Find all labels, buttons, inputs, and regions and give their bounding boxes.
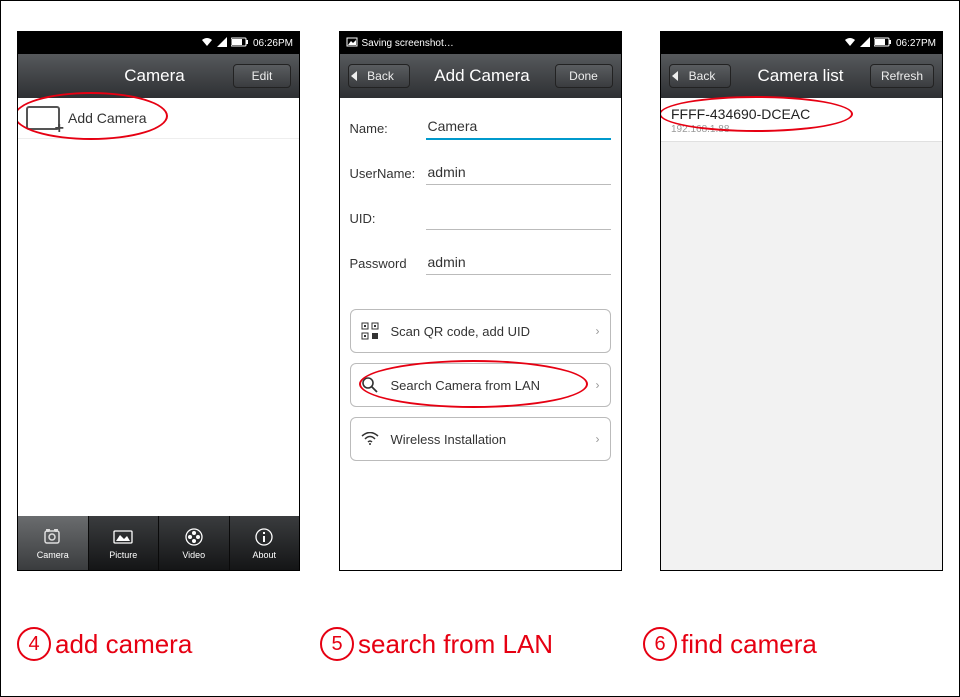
camera-icon: [42, 526, 64, 548]
status-time: 06:26PM: [253, 38, 293, 49]
header: Back Add Camera Done: [340, 54, 621, 98]
username-input[interactable]: [426, 160, 611, 185]
about-icon: [253, 526, 275, 548]
search-lan-label: Search Camera from LAN: [391, 378, 541, 393]
tab-video-label: Video: [182, 550, 205, 560]
page-title: Camera: [76, 66, 233, 86]
caption-4-text: add camera: [55, 629, 192, 660]
step-number-6: 6: [643, 627, 677, 661]
status-bar: Saving screenshot…: [340, 32, 621, 54]
status-time: 06:27PM: [896, 38, 936, 49]
tab-about-label: About: [252, 550, 276, 560]
wireless-install-label: Wireless Installation: [391, 432, 507, 447]
caption-5: 5 search from LAN: [320, 627, 640, 661]
name-label: Name:: [350, 121, 426, 140]
field-username: UserName:: [350, 144, 611, 189]
qr-icon: [359, 320, 381, 342]
signal-icon: [860, 37, 870, 50]
header: Camera Edit: [18, 54, 299, 98]
field-password: Password: [350, 234, 611, 279]
uid-input[interactable]: [426, 205, 611, 230]
tab-camera[interactable]: Camera: [18, 516, 89, 570]
field-name: Name:: [350, 98, 611, 144]
scan-qr-label: Scan QR code, add UID: [391, 324, 530, 339]
back-button[interactable]: Back: [669, 64, 731, 88]
edit-button[interactable]: Edit: [233, 64, 291, 88]
uid-label: UID:: [350, 211, 426, 230]
search-lan-button[interactable]: Search Camera from LAN ›: [350, 363, 611, 407]
add-camera-form: Name: UserName: UID: Password: [340, 98, 621, 570]
tab-video[interactable]: Video: [159, 516, 230, 570]
wifi-icon: [359, 428, 381, 450]
page-title: Camera list: [731, 66, 870, 86]
caption-4: 4 add camera: [17, 627, 317, 661]
screenshot-icon: [346, 37, 358, 50]
page-title: Add Camera: [410, 66, 555, 86]
chevron-right-icon: ›: [596, 432, 600, 446]
picture-icon: [112, 526, 134, 548]
done-button[interactable]: Done: [555, 64, 613, 88]
signal-icon: [217, 37, 227, 50]
chevron-right-icon: ›: [596, 378, 600, 392]
tab-picture-label: Picture: [109, 550, 137, 560]
battery-icon: [874, 37, 892, 50]
step-number-4: 4: [17, 627, 51, 661]
password-input[interactable]: [426, 250, 611, 275]
field-uid: UID:: [350, 189, 611, 234]
bottom-tabs: Camera Picture Video: [18, 516, 299, 570]
wireless-install-button[interactable]: Wireless Installation ›: [350, 417, 611, 461]
wifi-icon: [844, 37, 856, 50]
video-icon: [183, 526, 205, 548]
back-button[interactable]: Back: [348, 64, 410, 88]
tab-picture[interactable]: Picture: [89, 516, 160, 570]
camera-ip: 192.168.1.88: [671, 124, 932, 135]
screen-camera: 06:26PM Camera Edit Add Camera: [17, 31, 300, 571]
search-icon: [359, 374, 381, 396]
refresh-button[interactable]: Refresh: [870, 64, 934, 88]
screen-camera-list: 06:27PM Back Camera list Refresh FFFF-43…: [660, 31, 943, 571]
name-input[interactable]: [426, 114, 611, 140]
camera-uid: FFFF-434690-DCEAC: [671, 106, 932, 122]
caption-5-text: search from LAN: [358, 629, 553, 660]
camera-list-body: Add Camera: [18, 98, 299, 516]
header: Back Camera list Refresh: [661, 54, 942, 98]
camera-results: FFFF-434690-DCEAC 192.168.1.88: [661, 98, 942, 570]
screen-add-camera: Saving screenshot… Back Add Camera Done …: [339, 31, 622, 571]
battery-icon: [231, 37, 249, 50]
username-label: UserName:: [350, 166, 426, 185]
scan-qr-button[interactable]: Scan QR code, add UID ›: [350, 309, 611, 353]
add-camera-row[interactable]: Add Camera: [18, 98, 299, 139]
step-captions: 4 add camera 5 search from LAN 6 find ca…: [1, 627, 959, 661]
password-label: Password: [350, 256, 426, 275]
status-bar: 06:26PM: [18, 32, 299, 54]
add-camera-label: Add Camera: [68, 110, 147, 126]
status-toast: Saving screenshot…: [362, 38, 454, 49]
tab-about[interactable]: About: [230, 516, 300, 570]
status-bar: 06:27PM: [661, 32, 942, 54]
step-number-5: 5: [320, 627, 354, 661]
caption-6-text: find camera: [681, 629, 817, 660]
chevron-right-icon: ›: [596, 324, 600, 338]
tab-camera-label: Camera: [37, 550, 69, 560]
camera-list-item[interactable]: FFFF-434690-DCEAC 192.168.1.88: [661, 98, 942, 142]
wifi-icon: [201, 37, 213, 50]
caption-6: 6 find camera: [643, 627, 943, 661]
camera-plus-icon: [26, 106, 60, 130]
